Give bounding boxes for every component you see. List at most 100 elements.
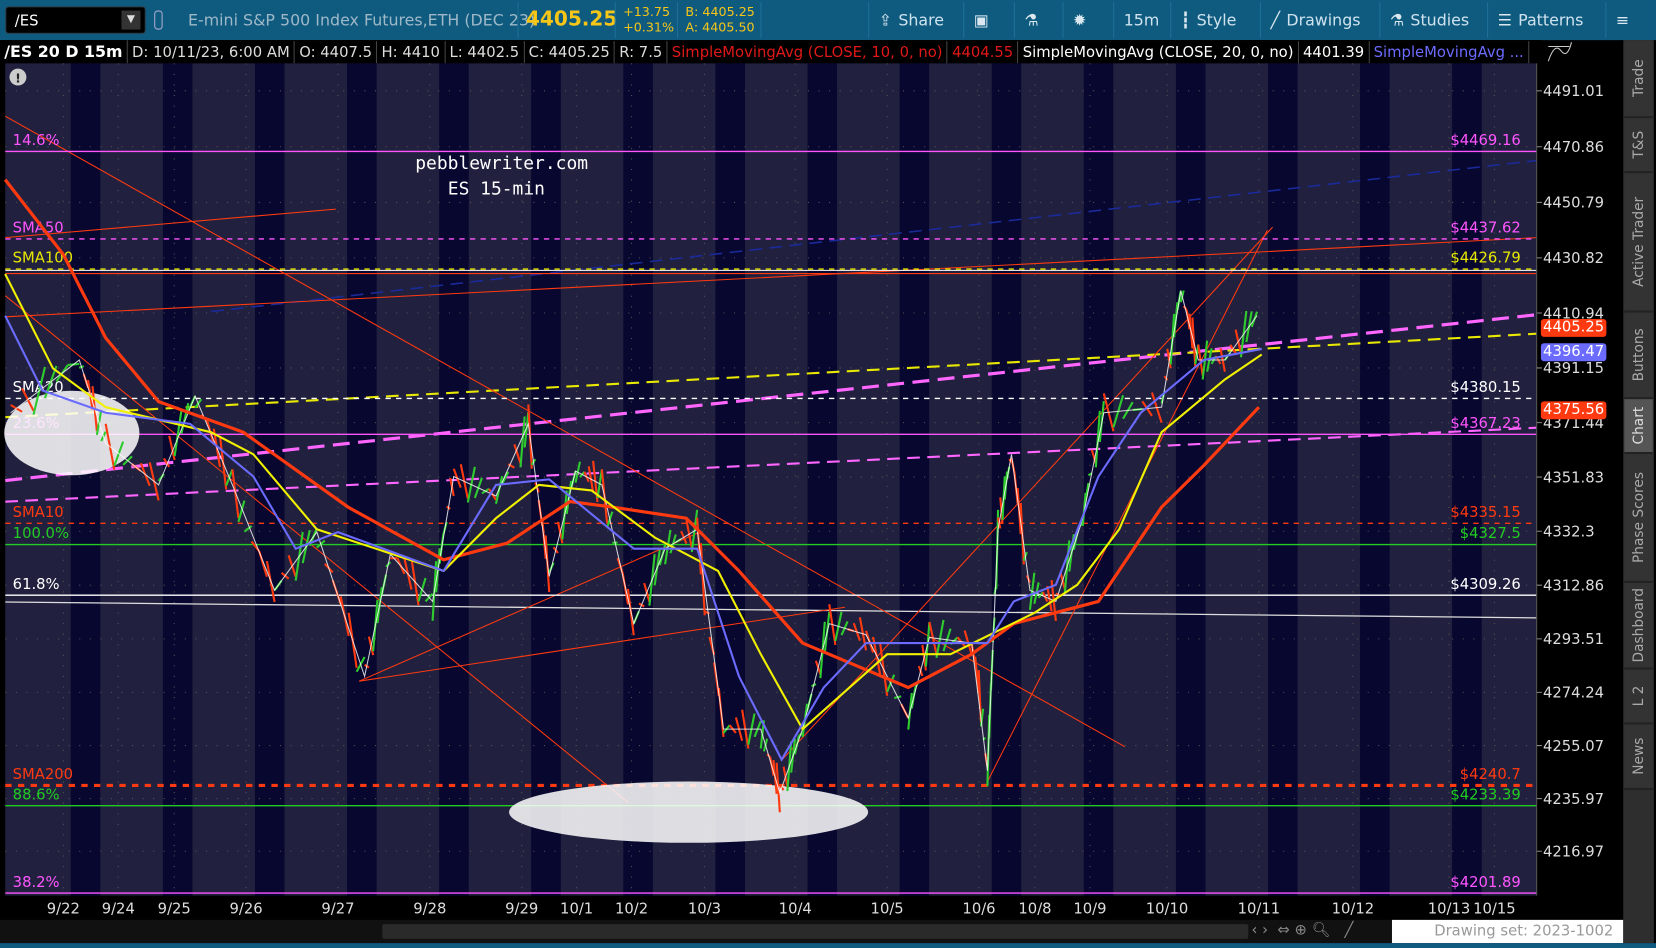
level-right-label: $4201.89 [1450,874,1520,891]
session-band [1083,63,1114,896]
side-tab-label: Dashboard [1630,587,1647,663]
alert-icon-glyph: ! [15,70,21,85]
side-tab-t-s[interactable]: T&S [1624,118,1653,174]
level-left-label: SMA200 [13,766,73,783]
side-tab-label: Active Trader [1630,196,1647,287]
side-tab-label: News [1630,737,1647,775]
time-tick-label: 10/2 [615,901,648,918]
level-left-label: 14.6% [13,132,60,149]
time-tick-label: 10/3 [688,901,721,918]
level-left-label: 88.6% [13,786,60,803]
time-tick-label: 10/10 [1146,901,1189,918]
session-band [807,63,838,896]
session-band [623,63,653,896]
time-tick-label: 9/22 [47,901,80,918]
side-tab-chart[interactable]: Chart [1624,399,1653,455]
level-left-label: SMA10 [13,504,64,521]
chart-plot-area[interactable] [5,63,1537,896]
side-tab-dashboard[interactable]: Dashboard [1624,582,1653,670]
level-right-label: $4426.79 [1450,250,1520,267]
session-band [162,63,193,896]
drawing-set-selector[interactable]: Drawing set: 2023-1002 [1391,919,1624,944]
price-tick-label: 4235.97 [1543,791,1604,808]
level-right-label: $4233.39 [1450,786,1520,803]
zoom-icon[interactable]: 🔍︎ [1312,922,1331,939]
time-tick-label: 10/6 [962,901,995,918]
side-tab-label: L 2 [1630,685,1647,707]
time-tick-label: 10/4 [779,901,812,918]
side-tab-label: Phase Scores [1630,472,1647,563]
side-panel-tabs: Trade T&S Active Trader Buttons Chart Phase S… [1623,40,1654,944]
price-tag: 4396.47 [1540,343,1607,362]
price-tick-label: 4274.24 [1543,685,1604,702]
time-tick-label: 10/12 [1332,901,1375,918]
price-tick-label: 4293.51 [1543,631,1604,648]
time-tick-label: 10/13 [1428,901,1471,918]
pan-icon[interactable]: ⇔ [1277,922,1289,939]
time-tick-label: 10/15 [1473,901,1516,918]
drawing-pen-icon[interactable]: ╱ [1345,922,1354,939]
side-tab-label: Chart [1630,406,1647,445]
price-tick-label: 4391.15 [1543,360,1604,377]
price-tick-label: 4312.86 [1543,577,1604,594]
watermark-line1: pebblewriter.com [415,153,588,174]
crosshair-icon[interactable]: ⊕ [1295,922,1307,939]
arrow-right-icon[interactable]: › [1262,922,1268,939]
side-tab-label: Buttons [1630,328,1647,382]
thinkorswim-chart-window: /ES ▼ E-mini S&P 500 Index Futures,ETH (D… [0,0,1656,948]
price-chart[interactable]: 14.6% $4469.16SMA50 $4437.62SMA100 $4426.79… [0,0,1624,920]
watermark-line2: ES 15-min [448,178,545,199]
price-tick-label: 4255.07 [1543,738,1604,755]
side-tab-phase-scores[interactable]: Phase Scores [1624,454,1653,583]
time-tick-label: 10/9 [1073,901,1106,918]
level-left-label: 100.0% [13,525,69,542]
price-axis[interactable]: 4491.014470.864450.794430.824410.944391.… [1536,83,1604,861]
price-tag: 4405.25 [1540,319,1607,338]
level-right-label: $4380.15 [1450,379,1520,396]
time-tick-label: 10/11 [1238,901,1281,918]
time-tick-label: 9/25 [158,901,191,918]
side-tab-news[interactable]: News [1624,724,1653,790]
side-tab-trade[interactable]: Trade [1624,40,1653,119]
time-tick-label: 9/26 [229,901,262,918]
level-left-label: 61.8% [13,576,60,593]
session-band [347,63,377,896]
time-tick-label: 9/28 [413,901,446,918]
time-tick-label: 10/8 [1018,901,1051,918]
level-right-label: $4335.15 [1450,504,1520,521]
price-tick-label: 4351.83 [1543,469,1604,486]
time-tick-label: 9/29 [505,901,538,918]
session-band [715,63,745,896]
level-right-label: $4437.62 [1450,220,1520,237]
level-right-label: $4327.5 [1460,525,1521,542]
time-tick-label: 10/5 [871,901,904,918]
time-tick-label: 10/1 [560,901,593,918]
session-band [70,63,101,896]
highlight-ellipse[interactable] [4,390,140,476]
price-tick-label: 4491.01 [1543,83,1604,100]
level-right-label: $4367.23 [1450,415,1520,432]
session-band [1360,63,1390,896]
price-tick-label: 4470.86 [1543,139,1604,156]
price-tick-label: 4216.97 [1543,844,1604,861]
side-tab-buttons[interactable]: Buttons [1624,312,1653,400]
price-tick-label: 4430.82 [1543,250,1604,267]
price-tick-label: 4450.79 [1543,195,1604,212]
time-tick-label: 9/24 [102,901,135,918]
session-band [899,63,930,896]
price-tick-label: 4332.3 [1543,524,1595,541]
session-band [254,63,285,896]
price-axis-scale-icon[interactable] [1547,42,1573,62]
chart-bottom-tools: ‹ › ⇔ ⊕ 🔍︎ ╱ [1252,922,1354,939]
price-tag: 4375.56 [1540,401,1607,420]
arrow-left-icon[interactable]: ‹ [1252,922,1258,939]
side-tab-label: Trade [1630,59,1647,97]
time-tick-label: 9/27 [321,901,354,918]
highlight-ellipse[interactable] [509,781,869,843]
level-left-label: 38.2% [13,874,60,891]
level-right-label: $4309.26 [1450,576,1520,593]
side-tab-active-trader[interactable]: Active Trader [1624,173,1653,313]
scrollbar-thumb[interactable] [382,924,1249,939]
level-right-label: $4469.16 [1450,132,1520,149]
side-tab-l-2[interactable]: L 2 [1624,669,1653,725]
